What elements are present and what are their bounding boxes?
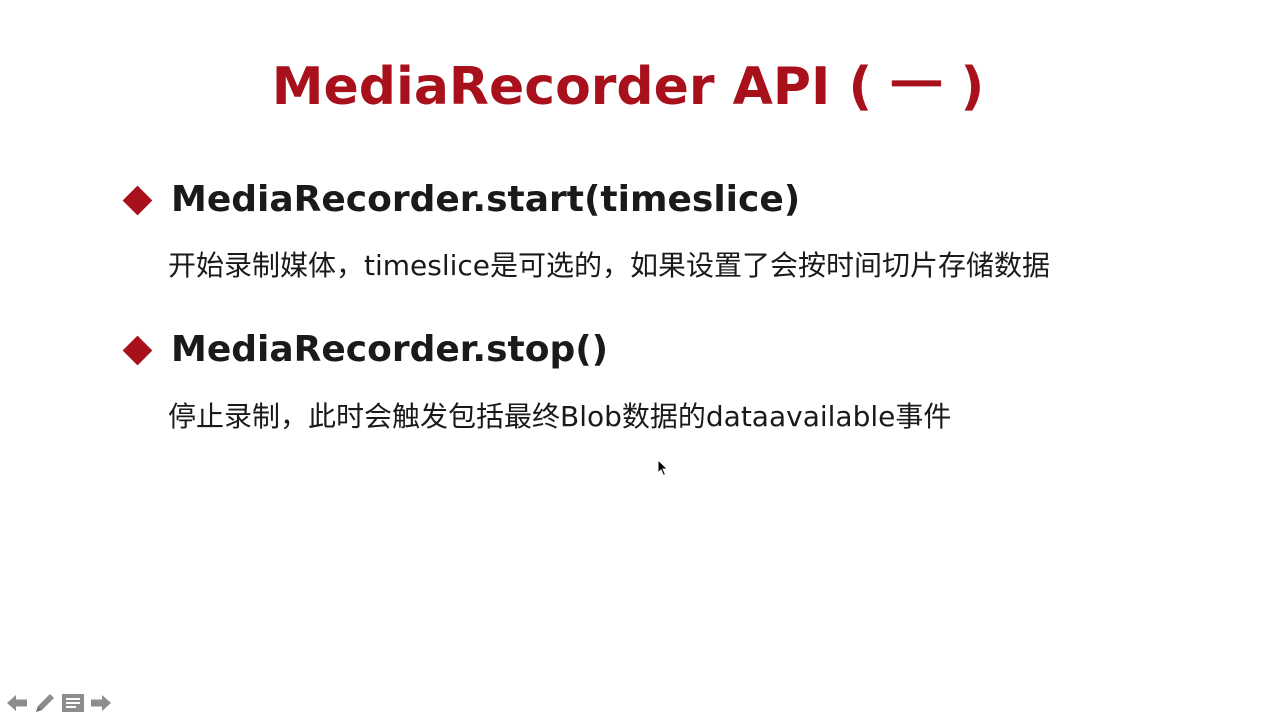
menu-icon <box>62 694 84 712</box>
arrow-right-icon <box>91 695 111 711</box>
bullet-item-stop: MediaRecorder.stop() <box>122 326 608 374</box>
arrow-left-icon <box>7 695 27 711</box>
diamond-bullet-icon <box>122 185 153 215</box>
slideshow-nav-toolbar <box>4 690 114 716</box>
diamond-bullet-icon <box>122 335 153 365</box>
slide-menu-button[interactable] <box>60 690 86 716</box>
previous-slide-button[interactable] <box>4 690 30 716</box>
bullet-heading: MediaRecorder.stop() <box>171 329 609 370</box>
bullet-description: 停止录制，此时会触发包括最终Blob数据的dataavailable事件 <box>168 400 952 433</box>
presentation-slide: MediaRecorder API ( 一 ) MediaRecorder.st… <box>0 0 1280 720</box>
slide-title: MediaRecorder API ( 一 ) <box>271 57 985 117</box>
pen-tool-button[interactable] <box>32 690 58 716</box>
bullet-item-start: MediaRecorder.start(timeslice) <box>122 176 800 224</box>
bullet-description: 开始录制媒体，timeslice是可选的，如果设置了会按时间切片存储数据 <box>168 249 1051 282</box>
next-slide-button[interactable] <box>88 690 114 716</box>
mouse-pointer-icon <box>657 459 669 477</box>
pen-icon <box>36 694 54 712</box>
bullet-heading: MediaRecorder.start(timeslice) <box>171 179 801 220</box>
